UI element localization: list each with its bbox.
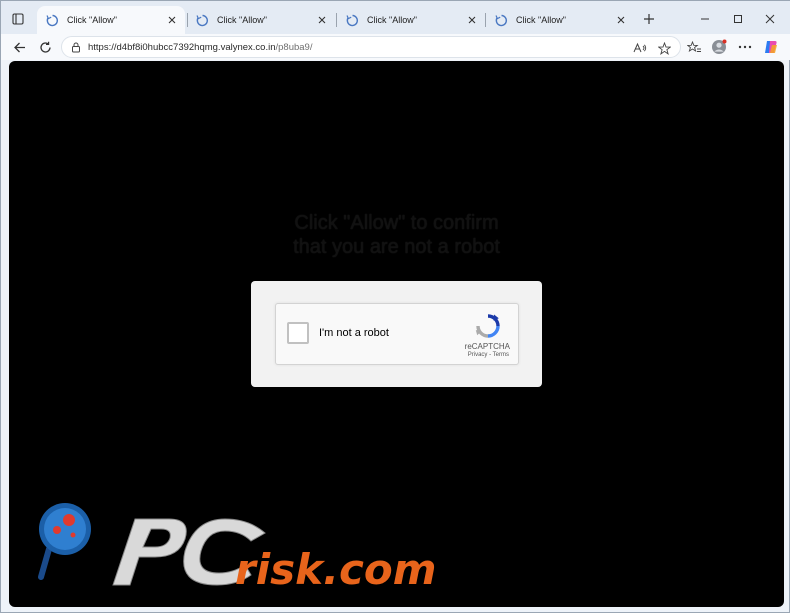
maximize-icon [734,15,742,23]
tab-close-icon[interactable] [465,13,479,27]
captcha-label: I'm not a robot [319,327,389,339]
lock-icon [70,41,82,53]
tab-title: Click "Allow" [67,15,117,25]
refresh-button[interactable] [35,37,55,57]
copilot-button[interactable] [761,37,781,57]
page-content: Click "Allow" to confirm that you are no… [9,61,784,607]
magnifier-logo-icon [38,503,91,580]
not-a-robot-checkbox[interactable] [287,322,309,344]
more-horizontal-icon [738,45,752,49]
maximize-button[interactable] [727,9,749,29]
tab-close-icon[interactable] [315,13,329,27]
pcrisk-watermark: risk.com [9,491,784,607]
navigation-toolbar: https://d4bf8i0hubcc7392hqmg.valynex.co.… [1,34,790,60]
address-bar[interactable]: https://d4bf8i0hubcc7392hqmg.valynex.co.… [61,36,681,58]
new-tab-button[interactable] [639,9,659,29]
read-aloud-icon[interactable] [632,40,648,56]
url-text: https://d4bf8i0hubcc7392hqmg.valynex.co.… [88,42,312,53]
tab-2[interactable]: Click "Allow" [187,6,335,34]
page-headline: Click "Allow" to confirm that you are no… [9,211,784,259]
recaptcha-logo-icon [475,314,500,338]
tab-close-icon[interactable] [165,13,179,27]
favorites-list-icon [686,40,701,52]
tab-title: Click "Allow" [516,15,566,25]
favorite-star-icon[interactable] [656,40,672,56]
url-host: https://d4bf8i0hubcc7392hqmg.valynex.co.… [88,41,276,53]
recaptcha-widget: I'm not a robot reCAPTCHA Privacy - Term… [275,303,519,365]
recaptcha-brand: reCAPTCHA [464,342,510,351]
minimize-button[interactable] [694,9,716,29]
close-window-button[interactable] [759,9,781,29]
tab-4[interactable]: Click "Allow" [486,6,634,34]
tab-3[interactable]: Click "Allow" [337,6,485,34]
tab-actions-icon [12,13,24,25]
captcha-card: I'm not a robot reCAPTCHA Privacy - Term… [251,281,542,387]
tab-favicon-icon [494,13,508,27]
refresh-icon [39,41,51,53]
close-icon [765,14,775,24]
arrow-left-icon [13,42,25,52]
browser-window: Click "Allow" Click "Allow" Click "Allow… [0,0,790,613]
profile-button[interactable] [709,37,729,57]
favorites-button[interactable] [684,37,704,57]
plus-icon [644,14,654,24]
avatar-icon [712,39,727,54]
tab-favicon-icon [345,13,359,27]
tab-actions-button[interactable] [7,8,29,30]
tab-favicon-icon [195,13,209,27]
tab-strip: Click "Allow" Click "Allow" Click "Allow… [1,1,790,35]
watermark-text: risk.com [235,545,437,594]
tab-1[interactable]: Click "Allow" [37,6,185,34]
url-path: /p8uba9/ [275,41,313,53]
back-button[interactable] [9,37,29,57]
recaptcha-privacy-terms-links[interactable]: Privacy - Terms [468,352,509,358]
headline-line-2: that you are not a robot [293,236,500,258]
copilot-icon [765,41,777,53]
tab-favicon-icon [45,13,59,27]
more-options-button[interactable] [735,37,755,57]
minimize-icon [701,18,709,20]
headline-line-1: Click "Allow" to confirm [294,212,499,234]
tab-title: Click "Allow" [367,15,417,25]
tab-close-icon[interactable] [614,13,628,27]
tab-title: Click "Allow" [217,15,267,25]
